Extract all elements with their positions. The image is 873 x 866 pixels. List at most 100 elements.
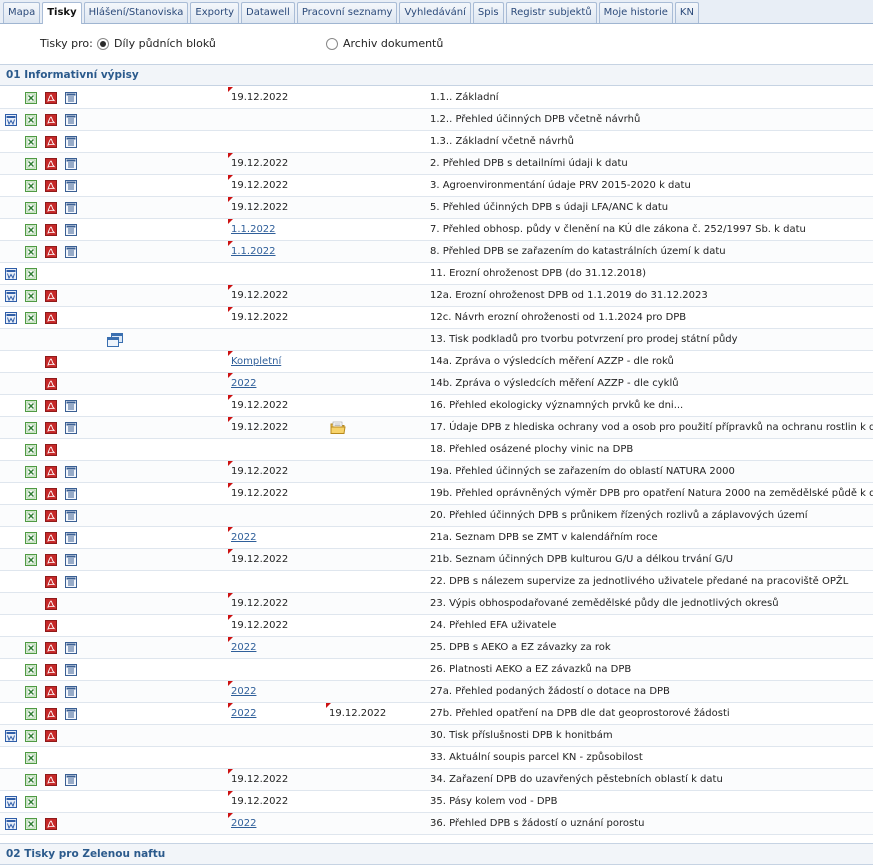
excel-icon[interactable] — [25, 708, 37, 720]
pdf-icon[interactable] — [45, 246, 57, 258]
excel-icon[interactable] — [25, 202, 37, 214]
excel-icon[interactable] — [25, 510, 37, 522]
excel-icon[interactable] — [25, 422, 37, 434]
pdf-icon[interactable] — [45, 488, 57, 500]
pdf-icon[interactable] — [45, 180, 57, 192]
excel-icon[interactable] — [25, 246, 37, 258]
date-field[interactable]: 19.12.2022 — [228, 285, 288, 307]
date-field[interactable]: 19.12.2022 — [228, 197, 288, 219]
date-field-secondary[interactable]: 19.12.2022 — [329, 703, 386, 725]
excel-icon[interactable] — [25, 488, 37, 500]
excel-icon[interactable] — [25, 224, 37, 236]
pdf-icon[interactable] — [45, 510, 57, 522]
excel-icon[interactable] — [25, 686, 37, 698]
date-link[interactable]: 2022 — [228, 813, 256, 835]
pdf-icon[interactable] — [45, 422, 57, 434]
word-doc-icon[interactable] — [5, 796, 17, 808]
pdf-icon[interactable] — [45, 730, 57, 742]
document-icon[interactable] — [65, 136, 77, 148]
pdf-icon[interactable] — [45, 620, 57, 632]
word-doc-icon[interactable] — [5, 114, 17, 126]
date-field[interactable]: 19.12.2022 — [228, 307, 288, 329]
excel-icon[interactable] — [25, 158, 37, 170]
tab-vyhledávání[interactable]: Vyhledávání — [399, 2, 471, 23]
date-field[interactable]: 19.12.2022 — [228, 549, 288, 571]
document-icon[interactable] — [65, 642, 77, 654]
word-doc-icon[interactable] — [5, 730, 17, 742]
date-link[interactable]: 2022 — [228, 681, 256, 703]
date-link[interactable]: 2022 — [228, 637, 256, 659]
document-icon[interactable] — [65, 422, 77, 434]
pdf-icon[interactable] — [45, 312, 57, 324]
pdf-icon[interactable] — [45, 818, 57, 830]
tab-registr-subjektů[interactable]: Registr subjektů — [505, 2, 597, 23]
date-link[interactable]: 2022 — [228, 703, 256, 725]
pdf-icon[interactable] — [45, 136, 57, 148]
pdf-icon[interactable] — [45, 444, 57, 456]
excel-icon[interactable] — [25, 532, 37, 544]
pdf-icon[interactable] — [45, 378, 57, 390]
tab-pracovní-seznamy[interactable]: Pracovní seznamy — [296, 2, 398, 23]
date-link[interactable]: 2022 — [228, 527, 256, 549]
tab-exporty[interactable]: Exporty — [190, 2, 240, 23]
tab-tisky[interactable]: Tisky — [42, 2, 82, 24]
pdf-icon[interactable] — [45, 576, 57, 588]
excel-icon[interactable] — [25, 268, 37, 280]
excel-icon[interactable] — [25, 136, 37, 148]
date-link[interactable]: 1.1.2022 — [228, 241, 276, 263]
date-field[interactable]: 19.12.2022 — [228, 615, 288, 637]
excel-icon[interactable] — [25, 664, 37, 676]
date-field[interactable]: 19.12.2022 — [228, 417, 288, 439]
folder-icon[interactable] — [330, 420, 346, 436]
tab-spis[interactable]: Spis — [472, 2, 504, 23]
pdf-icon[interactable] — [45, 664, 57, 676]
pdf-icon[interactable] — [45, 532, 57, 544]
pdf-icon[interactable] — [45, 92, 57, 104]
excel-icon[interactable] — [25, 180, 37, 192]
radio-parcel-blocks-label[interactable]: Díly půdních bloků — [114, 37, 216, 50]
radio-document-archive-label[interactable]: Archiv dokumentů — [343, 37, 443, 50]
document-icon[interactable] — [65, 664, 77, 676]
excel-icon[interactable] — [25, 444, 37, 456]
excel-icon[interactable] — [25, 752, 37, 764]
date-field[interactable]: 19.12.2022 — [228, 791, 288, 813]
pdf-icon[interactable] — [45, 642, 57, 654]
document-icon[interactable] — [65, 202, 77, 214]
section-header-green-diesel[interactable]: 02 Tisky pro Zelenou naftu — [0, 843, 873, 865]
excel-icon[interactable] — [25, 290, 37, 302]
document-icon[interactable] — [65, 246, 77, 258]
date-link[interactable]: 1.1.2022 — [228, 219, 276, 241]
radio-document-archive[interactable] — [326, 38, 338, 50]
word-doc-icon[interactable] — [5, 312, 17, 324]
excel-icon[interactable] — [25, 466, 37, 478]
tab-kn[interactable]: KN — [674, 2, 699, 23]
tab-hlášení-stanoviska[interactable]: Hlášení/Stanoviska — [83, 2, 189, 23]
pdf-icon[interactable] — [45, 466, 57, 478]
document-icon[interactable] — [65, 532, 77, 544]
date-field[interactable]: 19.12.2022 — [228, 87, 288, 109]
document-icon[interactable] — [65, 466, 77, 478]
document-icon[interactable] — [65, 488, 77, 500]
pdf-icon[interactable] — [45, 400, 57, 412]
excel-icon[interactable] — [25, 92, 37, 104]
tab-mapa[interactable]: Mapa — [3, 2, 41, 23]
date-field[interactable]: 19.12.2022 — [228, 153, 288, 175]
date-field[interactable]: 19.12.2022 — [228, 593, 288, 615]
document-icon[interactable] — [65, 708, 77, 720]
date-field[interactable]: 19.12.2022 — [228, 483, 288, 505]
document-icon[interactable] — [65, 400, 77, 412]
document-icon[interactable] — [65, 114, 77, 126]
document-icon[interactable] — [65, 576, 77, 588]
word-doc-icon[interactable] — [5, 818, 17, 830]
date-field[interactable]: 19.12.2022 — [228, 769, 288, 791]
document-icon[interactable] — [65, 510, 77, 522]
document-icon[interactable] — [65, 92, 77, 104]
excel-icon[interactable] — [25, 554, 37, 566]
document-icon[interactable] — [65, 224, 77, 236]
date-link[interactable]: 2022 — [228, 373, 256, 395]
radio-parcel-blocks[interactable] — [97, 38, 109, 50]
excel-icon[interactable] — [25, 642, 37, 654]
pdf-icon[interactable] — [45, 686, 57, 698]
pdf-icon[interactable] — [45, 114, 57, 126]
windows-icon[interactable] — [107, 333, 123, 347]
